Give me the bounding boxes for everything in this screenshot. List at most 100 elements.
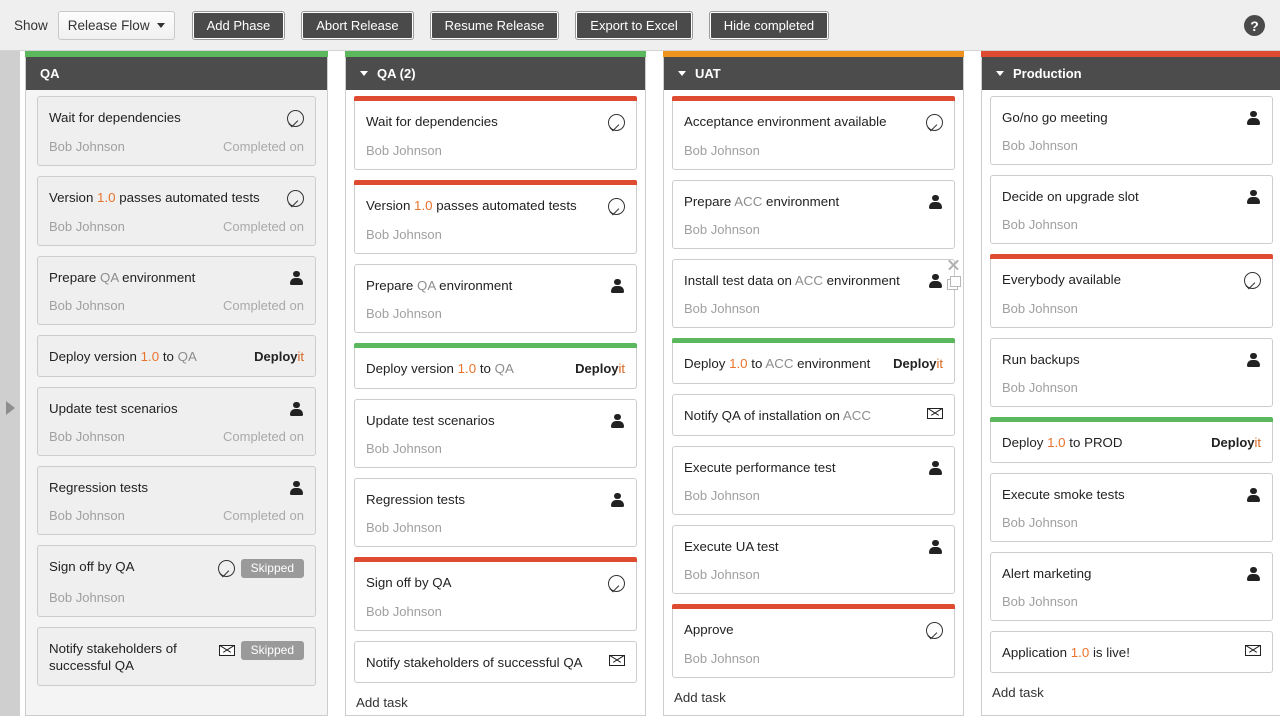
task-assignee: Bob Johnson <box>1002 138 1078 153</box>
person-icon[interactable] <box>610 278 625 294</box>
person-icon[interactable] <box>610 413 625 429</box>
export-to-excel-button[interactable]: Export to Excel <box>575 10 693 40</box>
task-assignee: Bob Johnson <box>49 508 125 523</box>
add-task-link[interactable]: Add task <box>672 688 955 715</box>
collapse-caret-icon[interactable] <box>996 71 1004 76</box>
phase-header[interactable]: Production <box>982 57 1280 90</box>
task-card[interactable]: Prepare QA environment Bob Johnson Complet… <box>37 256 316 325</box>
task-card-meta-row: Bob Johnson <box>366 306 625 321</box>
task-card[interactable]: Approve Bob Johnson <box>672 609 955 678</box>
person-icon[interactable] <box>1246 487 1261 503</box>
task-card[interactable]: Deploy 1.0 to ACC environment Deployit <box>672 343 955 384</box>
check-circle-icon[interactable] <box>608 114 625 131</box>
check-circle-icon[interactable] <box>608 575 625 592</box>
task-title: Everybody available <box>1002 271 1238 288</box>
add-task-link[interactable]: Add task <box>990 683 1273 710</box>
task-card[interactable]: Prepare ACC environment Bob Johnson <box>672 180 955 249</box>
release-flow-select[interactable]: Release Flow <box>57 10 175 40</box>
task-card-meta-row: Bob Johnson <box>1002 515 1261 530</box>
check-circle-icon[interactable] <box>287 110 304 127</box>
person-icon[interactable] <box>1246 110 1261 126</box>
add-task-link[interactable]: Add task <box>354 693 637 715</box>
mail-icon[interactable] <box>609 655 625 666</box>
task-card[interactable]: Notify stakeholders of successful QA Skip… <box>37 627 316 686</box>
task-card[interactable]: Notify QA of installation on ACC <box>672 394 955 436</box>
mail-icon[interactable] <box>218 645 235 656</box>
task-card[interactable]: Deploy 1.0 to PROD Deployit <box>990 422 1273 463</box>
sidebar-expand-rail[interactable] <box>0 51 20 716</box>
task-card-top-row: Prepare QA environment <box>49 269 304 286</box>
person-icon[interactable] <box>289 480 304 496</box>
person-icon[interactable] <box>610 492 625 508</box>
check-circle-icon[interactable] <box>1244 272 1261 289</box>
person-icon[interactable] <box>289 401 304 417</box>
task-card[interactable]: Acceptance environment available Bob John… <box>672 101 955 170</box>
task-assignee: Bob Johnson <box>49 139 125 154</box>
task-card[interactable]: Run backups Bob Johnson <box>990 338 1273 407</box>
task-card[interactable]: Update test scenarios Bob Johnson Complete… <box>37 387 316 456</box>
person-icon[interactable] <box>928 194 943 210</box>
task-card[interactable]: Regression tests Bob Johnson <box>354 478 637 547</box>
task-card-top-row: Execute smoke tests <box>1002 486 1261 503</box>
check-circle-icon[interactable] <box>217 560 235 577</box>
task-card[interactable]: Sign off by QA Bob Johnson <box>354 562 637 631</box>
task-card[interactable]: Go/no go meeting Bob Johnson <box>990 96 1273 165</box>
task-title-part: Sign off by QA <box>366 575 452 590</box>
task-card-actions <box>289 479 304 496</box>
task-card-actions <box>609 654 625 666</box>
task-card[interactable]: Regression tests Bob Johnson Completed on <box>37 466 316 535</box>
person-icon[interactable] <box>289 270 304 286</box>
task-card[interactable]: Execute smoke tests Bob Johnson <box>990 473 1273 542</box>
task-card[interactable]: Alert marketing Bob Johnson <box>990 552 1273 621</box>
task-card[interactable]: Version 1.0 passes automated tests Bob Jo… <box>37 176 316 246</box>
task-card[interactable]: Execute UA test Bob Johnson <box>672 525 955 594</box>
toolbar: Show Release Flow Add Phase Abort Release… <box>0 0 1280 51</box>
hide-completed-button[interactable]: Hide completed <box>708 10 830 40</box>
check-circle-icon[interactable] <box>926 622 943 639</box>
collapse-caret-icon[interactable] <box>678 71 686 76</box>
task-card[interactable]: Notify stakeholders of successful QA <box>354 641 637 683</box>
task-assignee: Bob Johnson <box>684 143 760 158</box>
person-icon[interactable] <box>928 273 943 289</box>
task-card-meta-row: Bob Johnson <box>366 520 625 535</box>
mail-icon[interactable] <box>1245 645 1261 656</box>
task-card-wrapper: Prepare ACC environment Bob Johnson <box>672 180 955 249</box>
help-icon[interactable]: ? <box>1244 15 1265 36</box>
add-phase-button[interactable]: Add Phase <box>191 10 286 40</box>
resume-release-button[interactable]: Resume Release <box>429 10 560 40</box>
person-icon[interactable] <box>928 539 943 555</box>
check-circle-icon[interactable] <box>926 114 943 131</box>
task-card[interactable]: Version 1.0 passes automated tests Bob Jo… <box>354 185 637 254</box>
task-card[interactable]: Wait for dependencies Bob Johnson Complete… <box>37 96 316 166</box>
task-card[interactable]: Prepare QA environment Bob Johnson <box>354 264 637 333</box>
task-card-wrapper: Wait for dependencies Bob Johnson Complete… <box>37 96 316 166</box>
task-card-actions <box>1246 188 1261 205</box>
person-icon[interactable] <box>1246 189 1261 205</box>
close-icon[interactable] <box>947 258 960 271</box>
phase-header[interactable]: QA <box>26 57 327 90</box>
abort-release-button[interactable]: Abort Release <box>301 10 414 40</box>
phase-header[interactable]: QA (2) <box>346 57 645 90</box>
task-card[interactable]: Update test scenarios Bob Johnson <box>354 399 637 468</box>
copy-icon[interactable] <box>947 276 961 290</box>
person-icon[interactable] <box>1246 566 1261 582</box>
task-card[interactable]: Decide on upgrade slot Bob Johnson <box>990 175 1273 244</box>
task-card[interactable]: Wait for dependencies Bob Johnson <box>354 101 637 170</box>
task-card[interactable]: Execute performance test Bob Johnson <box>672 446 955 515</box>
task-card[interactable]: Application 1.0 is live! <box>990 631 1273 673</box>
collapse-caret-icon[interactable] <box>360 71 368 76</box>
mail-icon[interactable] <box>927 408 943 419</box>
task-card-wrapper: Regression tests Bob Johnson Completed on <box>37 466 316 535</box>
task-card[interactable]: Deploy version 1.0 to QA Deployit <box>354 348 637 389</box>
task-card[interactable]: Install test data on ACC environment Bob … <box>672 259 961 328</box>
phase-header[interactable]: UAT <box>664 57 963 90</box>
person-icon[interactable] <box>928 460 943 476</box>
check-circle-icon[interactable] <box>608 198 625 215</box>
check-circle-icon[interactable] <box>287 190 304 207</box>
task-card[interactable]: Deploy version 1.0 to QA Deployit <box>37 335 316 377</box>
task-card[interactable]: Sign off by QA Skipped Bob Johnson <box>37 545 316 617</box>
task-card[interactable]: Everybody available Bob Johnson <box>990 259 1273 328</box>
task-card-actions: Deployit <box>893 355 943 371</box>
task-assignee: Bob Johnson <box>684 651 760 666</box>
person-icon[interactable] <box>1246 352 1261 368</box>
